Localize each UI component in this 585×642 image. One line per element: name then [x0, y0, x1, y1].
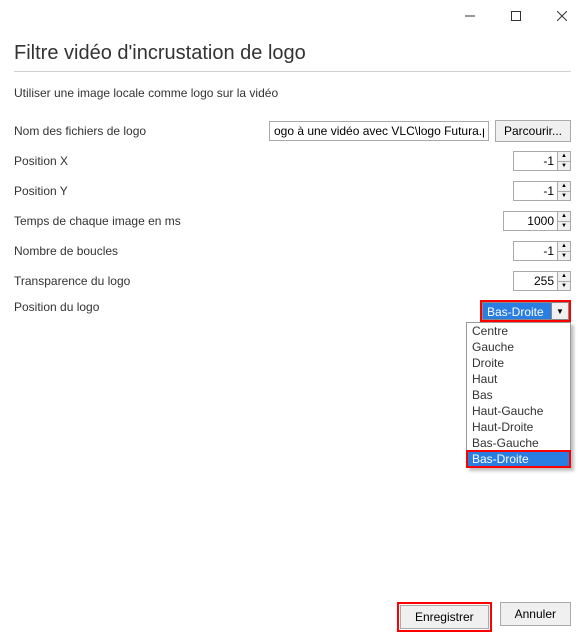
chevron-up-icon[interactable]: ▲ — [558, 212, 570, 222]
position-option[interactable]: Haut-Droite — [467, 419, 570, 435]
position-option[interactable]: Bas — [467, 387, 570, 403]
transparency-input[interactable] — [513, 271, 557, 291]
minimize-button[interactable] — [447, 0, 493, 32]
chevron-down-icon[interactable]: ▼ — [558, 192, 570, 201]
loops-spinner[interactable]: ▲▼ — [557, 241, 571, 261]
transparency-label: Transparence du logo — [14, 274, 214, 288]
titlebar — [0, 0, 585, 32]
position-label: Position du logo — [14, 300, 214, 314]
close-button[interactable] — [539, 0, 585, 32]
position-selected: Bas-Droite — [482, 302, 551, 320]
delay-label: Temps de chaque image en ms — [14, 214, 214, 228]
loops-input[interactable] — [513, 241, 557, 261]
browse-button[interactable]: Parcourir... — [495, 120, 571, 142]
chevron-up-icon[interactable]: ▲ — [558, 242, 570, 252]
chevron-up-icon[interactable]: ▲ — [558, 152, 570, 162]
position-option[interactable]: Haut — [467, 371, 570, 387]
filename-label: Nom des fichiers de logo — [14, 124, 214, 138]
cancel-button[interactable]: Annuler — [500, 602, 571, 626]
delay-spinner[interactable]: ▲▼ — [557, 211, 571, 231]
save-button[interactable]: Enregistrer — [400, 605, 489, 629]
filename-input[interactable] — [269, 121, 489, 141]
posy-input[interactable] — [513, 181, 557, 201]
chevron-up-icon[interactable]: ▲ — [558, 182, 570, 192]
chevron-up-icon[interactable]: ▲ — [558, 272, 570, 282]
chevron-down-icon[interactable]: ▼ — [558, 282, 570, 291]
chevron-down-icon[interactable]: ▼ — [558, 162, 570, 171]
position-option[interactable]: Centre — [467, 323, 570, 339]
posy-label: Position Y — [14, 184, 214, 198]
chevron-down-icon[interactable]: ▼ — [558, 252, 570, 261]
position-option[interactable]: Haut-Gauche — [467, 403, 570, 419]
position-option[interactable]: Gauche — [467, 339, 570, 355]
footer: Enregistrer Annuler — [397, 602, 571, 632]
position-option[interactable]: Droite — [467, 355, 570, 371]
maximize-button[interactable] — [493, 0, 539, 32]
position-dropdown[interactable]: CentreGaucheDroiteHautBasHaut-GaucheHaut… — [466, 322, 571, 468]
posx-input[interactable] — [513, 151, 557, 171]
loops-label: Nombre de boucles — [14, 244, 214, 258]
position-option[interactable]: Bas-Droite — [467, 451, 570, 467]
page-title: Filtre vidéo d'incrustation de logo — [14, 42, 571, 72]
chevron-down-icon[interactable]: ▼ — [551, 302, 569, 320]
transparency-spinner[interactable]: ▲▼ — [557, 271, 571, 291]
position-option[interactable]: Bas-Gauche — [467, 435, 570, 451]
chevron-down-icon[interactable]: ▼ — [558, 222, 570, 231]
posx-label: Position X — [14, 154, 214, 168]
posy-spinner[interactable]: ▲▼ — [557, 181, 571, 201]
posx-spinner[interactable]: ▲▼ — [557, 151, 571, 171]
page-subtitle: Utiliser une image locale comme logo sur… — [14, 86, 571, 100]
position-combobox[interactable]: Bas-Droite ▼ — [480, 300, 571, 322]
delay-input[interactable] — [503, 211, 557, 231]
